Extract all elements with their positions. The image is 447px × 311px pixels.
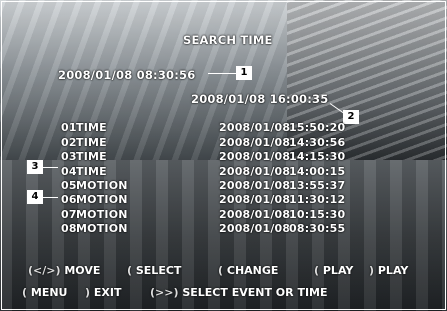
select-key: (: [127, 264, 133, 277]
event-index: 05: [61, 179, 77, 192]
event-date: 2008/01/08: [219, 222, 291, 235]
callout-pointer-1: [208, 73, 236, 74]
event-row-02[interactable]: 02 TIME 2008/01/08 14:30:56: [0, 136, 447, 150]
play-label: PLAY: [322, 264, 354, 277]
event-date: 2008/01/08: [219, 165, 291, 178]
play2-hint: ) PLAY: [369, 264, 408, 277]
exit-hint: ) EXIT: [85, 286, 121, 299]
event-date: 2008/01/08: [219, 121, 291, 134]
play2-key: ): [369, 264, 375, 277]
event-date: 2008/01/08: [219, 136, 291, 149]
event-index: 07: [61, 208, 77, 221]
select-event-hint: (>>) SELECT EVENT OR TIME: [150, 286, 328, 299]
play-key: (: [314, 264, 320, 277]
screen-title: SEARCH TIME: [183, 33, 273, 47]
event-row-03[interactable]: 03 TIME 2008/01/08 14:15:30: [0, 150, 447, 164]
change-label: CHANGE: [226, 264, 279, 277]
event-row-05[interactable]: 05 MOTION 2008/01/08 13:55:37: [0, 179, 447, 193]
event-time: 08:30:55: [289, 222, 346, 235]
change-hint: ( CHANGE: [218, 264, 278, 277]
event-date: 2008/01/08: [219, 179, 291, 192]
current-datetime: 2008/01/08 16:00:35: [191, 92, 329, 106]
event-row-06[interactable]: 06 MOTION 2008/01/08 11:30:12: [0, 193, 447, 207]
event-type: MOTION: [76, 193, 128, 206]
play2-label: PLAY: [377, 264, 409, 277]
event-type: TIME: [76, 165, 107, 178]
event-index: 08: [61, 222, 77, 235]
event-date: 2008/01/08: [219, 193, 291, 206]
event-time: 14:00:15: [289, 165, 346, 178]
event-row-08[interactable]: 08 MOTION 2008/01/08 08:30:55: [0, 222, 447, 236]
event-time: 14:30:56: [289, 136, 346, 149]
event-time: 11:30:12: [289, 193, 346, 206]
event-index: 06: [61, 193, 77, 206]
event-type: MOTION: [76, 222, 128, 235]
exit-key: ): [85, 286, 91, 299]
event-index: 02: [61, 136, 77, 149]
event-type: TIME: [76, 150, 107, 163]
event-row-07[interactable]: 07 MOTION 2008/01/08 10:15:30: [0, 208, 447, 222]
move-label: MOVE: [64, 264, 101, 277]
search-datetime[interactable]: 2008/01/08 08:30:56: [58, 68, 195, 82]
event-time: 13:55:37: [289, 179, 346, 192]
event-type: TIME: [76, 136, 107, 149]
event-row-04[interactable]: 04 TIME 2008/01/08 14:00:15: [0, 165, 447, 179]
event-date: 2008/01/08: [219, 150, 291, 163]
event-type: TIME: [76, 121, 107, 134]
event-date: 2008/01/08: [219, 208, 291, 221]
event-time: 14:15:30: [289, 150, 346, 163]
move-key: (</>): [28, 264, 61, 277]
play-hint: ( PLAY: [314, 264, 353, 277]
event-type: MOTION: [76, 179, 128, 192]
change-key: (: [218, 264, 224, 277]
select-event-label: SELECT EVENT OR TIME: [182, 286, 328, 299]
event-index: 03: [61, 150, 77, 163]
event-row-01[interactable]: 01 TIME 2008/01/08 15:50:20: [0, 121, 447, 135]
event-time: 15:50:20: [289, 121, 346, 134]
callout-1: 1: [236, 66, 252, 80]
event-index: 04: [61, 165, 77, 178]
select-hint: ( SELECT: [127, 264, 181, 277]
event-type: MOTION: [76, 208, 128, 221]
menu-key: (: [22, 286, 28, 299]
exit-label: EXIT: [93, 286, 122, 299]
event-index: 01: [61, 121, 77, 134]
event-time: 10:15:30: [289, 208, 346, 221]
move-hint: (</>) MOVE: [28, 264, 100, 277]
select-label: SELECT: [135, 264, 182, 277]
select-event-key: (>>): [150, 286, 179, 299]
menu-hint: ( MENU: [22, 286, 67, 299]
dvr-search-screen: SEARCH TIME 2008/01/08 08:30:56 2008/01/…: [0, 0, 447, 311]
menu-label: MENU: [30, 286, 68, 299]
